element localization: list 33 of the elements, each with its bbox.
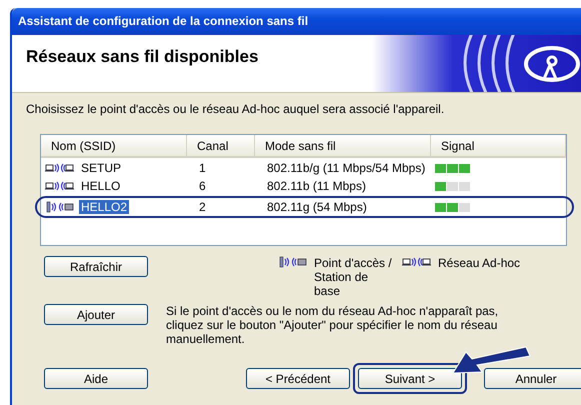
help-button[interactable]: Aide xyxy=(44,368,148,389)
refresh-button[interactable]: Rafraîchir xyxy=(44,256,148,277)
page-title: Réseaux sans fil disponibles xyxy=(26,47,258,68)
table-cell-text: 802.11g (54 Mbps) xyxy=(266,200,368,214)
ad-hoc-computer-icon xyxy=(45,180,75,192)
network-name[interactable]: HELLO2 xyxy=(79,200,130,214)
table-cell-text: 802.11b/g (11 Mbps/54 Mbps) xyxy=(266,161,426,175)
column-header[interactable]: Mode sans fil xyxy=(255,135,431,156)
nav-button[interactable]: Suivant > xyxy=(358,368,462,389)
column-header[interactable]: Canal xyxy=(187,135,255,156)
column-header[interactable]: Signal xyxy=(431,135,566,156)
add-button[interactable]: Ajouter xyxy=(44,304,148,325)
table-cell-text: 6 xyxy=(198,179,207,193)
access-point-icon xyxy=(278,256,308,268)
signal-meter xyxy=(435,202,471,212)
table-cell-text: 1 xyxy=(198,161,207,175)
nav-button[interactable]: < Précédent xyxy=(246,368,350,389)
table-cell-text: 2 xyxy=(198,200,207,214)
window-title: Assistant de configuration de la connexion sans fil xyxy=(12,8,581,35)
signal-meter xyxy=(435,164,471,172)
signal-meter xyxy=(435,182,471,190)
instruction-text: Choisissez le point d'accès ou le réseau Ad-hoc auquel sera associé l'appareil. xyxy=(26,102,446,116)
ad-hoc-computer-icon xyxy=(402,256,432,268)
column-header[interactable]: Nom (SSID) xyxy=(41,135,187,156)
legend-label: Point d'accès / Station de base xyxy=(314,256,393,298)
cancel-button[interactable]: Annuler xyxy=(484,368,581,389)
legend-label: Réseau Ad-hoc xyxy=(438,256,520,270)
ad-hoc-computer-icon xyxy=(45,162,75,174)
hint-text: Si le point d'accès ou le nom du réseau Ad-hoc n'apparaît pas, cliquez sur le bouton "Ajouter" pour spécifier le nom du réseau manuellement. xyxy=(166,304,500,346)
table-cell-text: 802.11b (11 Mbps) xyxy=(266,179,367,193)
access-point-icon xyxy=(45,201,75,213)
network-name[interactable]: HELLO xyxy=(79,179,122,193)
network-name[interactable]: SETUP xyxy=(79,161,124,175)
